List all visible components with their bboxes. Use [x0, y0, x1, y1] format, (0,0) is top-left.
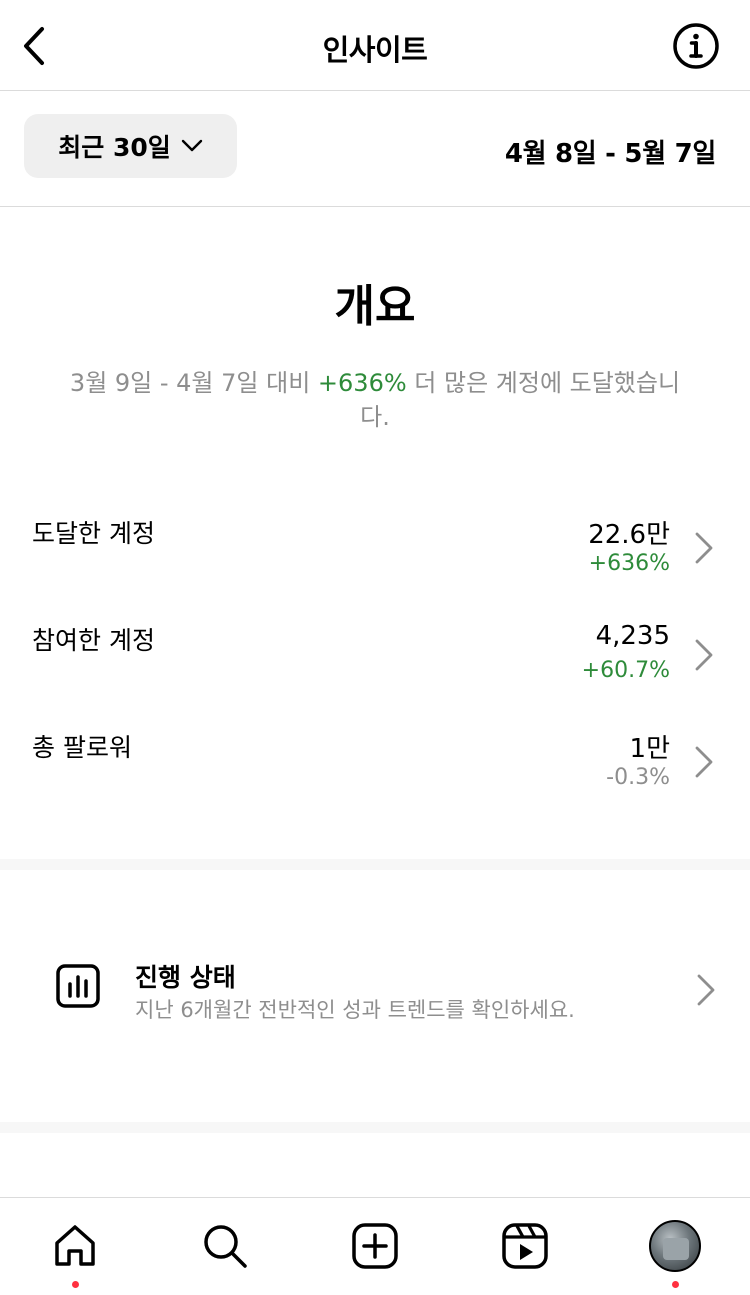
section-title-overview: 개요	[334, 281, 416, 332]
overview-desc-prefix: 3월 9일 - 4월 7일 대비	[69, 369, 318, 397]
metric-value: 4,235	[595, 621, 670, 651]
metric-label: 도달한 계정	[32, 519, 155, 548]
overview-desc-pct: +636%	[317, 369, 407, 397]
chevron-right-icon	[697, 974, 715, 1006]
metric-change: +60.7%	[581, 658, 670, 683]
tab-profile[interactable]	[647, 1218, 703, 1274]
reels-icon	[502, 1223, 548, 1269]
search-icon	[204, 1225, 247, 1268]
notification-dot	[672, 1281, 679, 1288]
progress-subtitle: 지난 6개월간 전반적인 성과 트렌드를 확인하세요.	[135, 998, 575, 1022]
info-icon	[673, 23, 719, 69]
progress-row[interactable]: 진행 상태 지난 6개월간 전반적인 성과 트렌드를 확인하세요.	[0, 940, 750, 1040]
tab-reels[interactable]	[497, 1218, 553, 1274]
metric-change: -0.3%	[606, 765, 670, 790]
metric-row-total-followers[interactable]: 총 팔로워 1만 -0.3%	[0, 720, 750, 810]
period-label: 최근 30일	[58, 133, 171, 162]
tab-search[interactable]	[197, 1218, 253, 1274]
metric-row-reached-accounts[interactable]: 도달한 계정 22.6만 +636%	[0, 506, 750, 596]
section-divider	[0, 1122, 750, 1133]
top-nav-bar: 인사이트	[0, 0, 750, 91]
section-divider	[0, 859, 750, 870]
page-title: 인사이트	[322, 33, 428, 67]
chevron-right-icon	[695, 746, 713, 778]
chevron-right-icon	[695, 639, 713, 671]
overview-desc-suffix: 더 많은 계정에 도달했습니다.	[360, 369, 681, 431]
metric-value: 22.6만	[588, 520, 670, 550]
metric-row-engaged-accounts[interactable]: 참여한 계정 4,235 +60.7%	[0, 613, 750, 703]
metric-label: 총 팔로워	[32, 733, 132, 762]
chevron-right-icon	[695, 532, 713, 564]
metric-value: 1만	[629, 734, 670, 764]
bar-chart-icon	[56, 964, 100, 1008]
chevron-down-icon	[181, 139, 202, 152]
overview-description: 3월 9일 - 4월 7일 대비 +636% 더 많은 계정에 도달했습니다.	[60, 366, 690, 434]
period-dropdown[interactable]: 최근 30일	[24, 114, 237, 178]
metric-change: +636%	[588, 551, 670, 576]
metric-label: 참여한 계정	[32, 626, 155, 655]
create-icon	[352, 1223, 398, 1269]
filter-row: 최근 30일 4월 8일 - 5월 7일	[0, 91, 750, 207]
notification-dot	[72, 1281, 79, 1288]
home-icon	[55, 1225, 95, 1266]
bottom-tab-bar	[0, 1197, 750, 1295]
tab-create[interactable]	[347, 1218, 403, 1274]
info-button[interactable]	[672, 22, 720, 70]
tab-home[interactable]	[47, 1218, 103, 1274]
progress-title: 진행 상태	[135, 963, 236, 992]
avatar	[649, 1220, 701, 1272]
date-range: 4월 8일 - 5월 7일	[504, 139, 716, 169]
